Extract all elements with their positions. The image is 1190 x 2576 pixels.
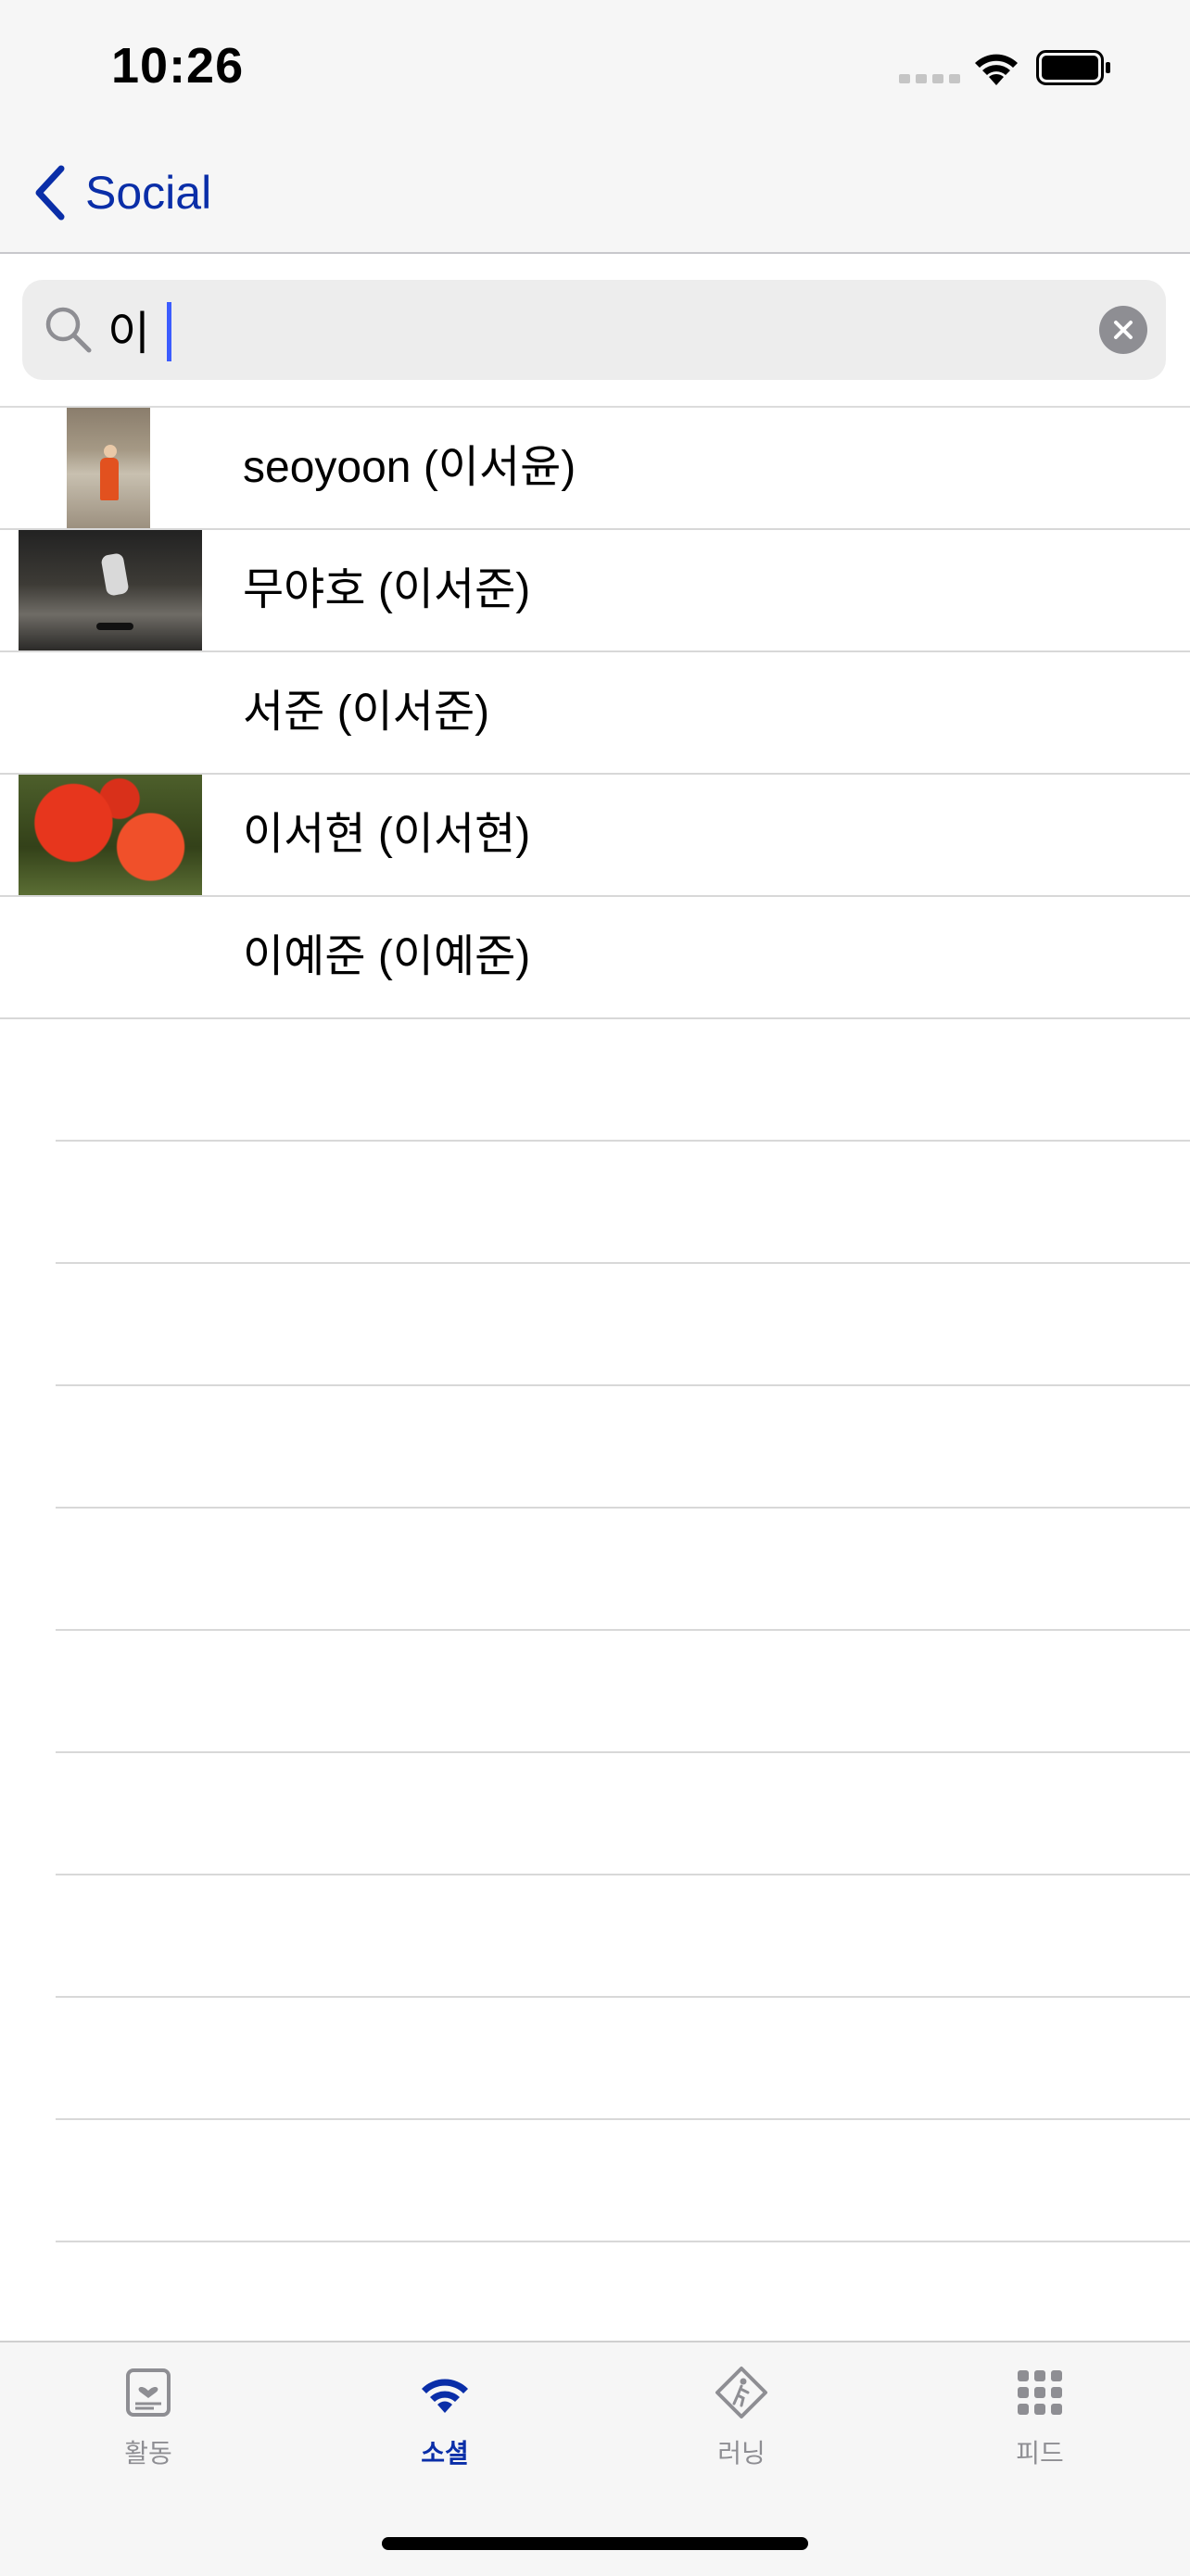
status-bar: 10:26 — [0, 0, 1190, 139]
tab-label: 피드 — [1016, 2439, 1064, 2468]
search-results-list: seoyoon (이서윤) 무야호 (이서준) 서준 (이서준) 이서현 (이서… — [0, 408, 1190, 2242]
cellular-signal-icon — [899, 74, 960, 83]
empty-list-row — [56, 1875, 1190, 1998]
empty-list-row — [56, 2120, 1190, 2242]
tab-feed[interactable]: 피드 — [947, 2365, 1133, 2504]
empty-list-row — [56, 1019, 1190, 1142]
search-icon — [45, 307, 92, 353]
user-name-label: 서준 (이서준) — [243, 688, 490, 737]
empty-list-row — [56, 1264, 1190, 1386]
wifi-icon — [422, 2379, 468, 2413]
search-area — [0, 254, 1190, 408]
tab-running[interactable]: 러닝 — [649, 2365, 834, 2504]
list-item[interactable]: 이서현 (이서현) — [0, 775, 1190, 897]
clear-search-button[interactable] — [1099, 306, 1147, 354]
back-button[interactable]: Social — [32, 159, 211, 226]
wifi-status-icon — [975, 54, 1018, 85]
empty-list-row — [56, 1142, 1190, 1264]
search-input[interactable] — [108, 293, 1034, 367]
user-avatar-photo — [19, 775, 202, 895]
status-time: 10:26 — [111, 38, 245, 94]
chevron-left-icon — [35, 165, 65, 221]
close-icon — [1114, 321, 1133, 339]
list-item[interactable]: 이예준 (이예준) — [0, 897, 1190, 1019]
tab-social[interactable]: 소셜 — [352, 2365, 538, 2504]
tab-label: 러닝 — [717, 2439, 766, 2468]
empty-list-row — [56, 1998, 1190, 2120]
empty-list-row — [56, 1753, 1190, 1875]
empty-list-row — [56, 1386, 1190, 1509]
user-name-label: 이서현 (이서현) — [243, 810, 531, 859]
battery-icon — [1036, 50, 1110, 85]
search-field[interactable] — [22, 280, 1166, 380]
empty-list-row — [56, 1631, 1190, 1753]
user-name-label: seoyoon (이서윤) — [243, 443, 576, 492]
tab-label: 소셜 — [421, 2439, 469, 2468]
list-item[interactable]: 무야호 (이서준) — [0, 530, 1190, 652]
running-sign-icon — [715, 2367, 767, 2418]
activity-card-icon — [126, 2368, 171, 2417]
user-name-label: 이예준 (이예준) — [243, 932, 531, 981]
home-indicator — [382, 2537, 808, 2550]
text-caret — [167, 302, 171, 361]
user-avatar-photo — [67, 408, 150, 528]
tab-label: 활동 — [124, 2439, 172, 2468]
user-name-label: 무야호 (이서준) — [243, 565, 531, 614]
user-avatar-photo — [19, 530, 202, 650]
navigation-bar: Social — [0, 139, 1190, 254]
list-item[interactable]: 서준 (이서준) — [0, 652, 1190, 775]
tab-activity[interactable]: 활동 — [56, 2365, 241, 2504]
empty-list-row — [56, 1509, 1190, 1631]
back-label: Social — [85, 167, 212, 219]
list-item[interactable]: seoyoon (이서윤) — [0, 408, 1190, 530]
grid-icon — [1018, 2370, 1062, 2415]
